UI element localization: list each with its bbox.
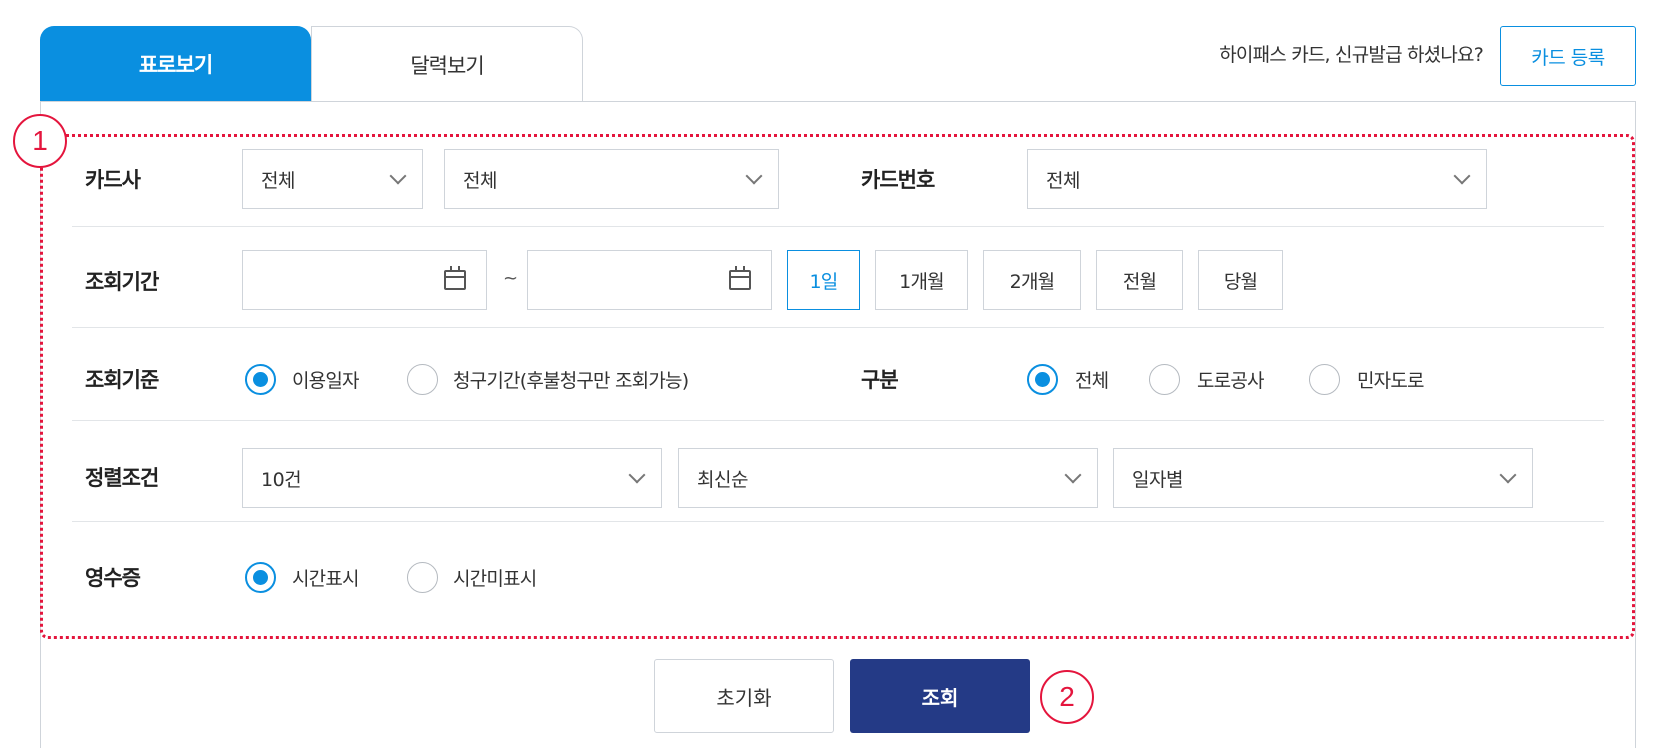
tab-calendar-view[interactable]: 달력보기 [311,26,583,102]
category-private-road-label[interactable]: 민자도로 [1357,366,1425,393]
row-divider [72,226,1604,227]
receipt-hide-time-label[interactable]: 시간미표시 [453,564,537,591]
criteria-label: 조회기준 [85,368,159,392]
card-number-select[interactable]: 전체 [1027,149,1487,209]
chevron-down-icon [1064,466,1082,484]
sort-order-value: 최신순 [697,468,748,491]
chevron-down-icon [628,466,646,484]
calendar-icon[interactable] [729,266,751,290]
chevron-down-icon [1499,466,1517,484]
card-product-select-value: 전체 [463,169,497,192]
criteria-usage-date-label[interactable]: 이용일자 [292,366,360,393]
category-private-road-radio[interactable] [1309,364,1340,395]
calendar-icon[interactable] [444,266,466,290]
receipt-show-time-radio[interactable] [245,562,276,593]
category-all-label[interactable]: 전체 [1075,366,1109,393]
card-company-select[interactable]: 전체 [242,149,423,209]
chevron-down-icon [389,167,407,185]
category-expressway-label[interactable]: 도로공사 [1197,366,1265,393]
period-label: 조회기간 [85,270,159,294]
row-divider [72,327,1604,328]
start-date-input[interactable] [242,250,487,310]
category-all-radio[interactable] [1027,364,1058,395]
card-issue-prompt: 하이패스 카드, 신규발급 하셨나요? [1219,44,1484,66]
card-register-button[interactable]: 카드 등록 [1500,26,1636,86]
sort-count-select[interactable]: 10건 [242,448,662,508]
receipt-hide-time-radio[interactable] [407,562,438,593]
chevron-down-icon [745,167,763,185]
search-button[interactable]: 조회 [850,659,1030,733]
criteria-billing-period-radio[interactable] [407,364,438,395]
receipt-show-time-label[interactable]: 시간표시 [292,564,360,591]
sort-grouping-select[interactable]: 일자별 [1113,448,1533,508]
category-label: 구분 [861,368,899,392]
date-range-separator: ~ [503,268,519,289]
card-number-select-value: 전체 [1046,169,1080,192]
sort-label: 정렬조건 [85,466,159,490]
step-marker-2: 2 [1040,670,1094,724]
card-company-select-value: 전체 [261,169,295,192]
end-date-input[interactable] [527,250,772,310]
period-2-months-button[interactable]: 2개월 [983,250,1081,310]
step-marker-1: 1 [13,114,67,168]
row-divider [72,521,1604,522]
category-expressway-radio[interactable] [1149,364,1180,395]
chevron-down-icon [1453,167,1471,185]
sort-grouping-value: 일자별 [1132,468,1183,491]
sort-order-select[interactable]: 최신순 [678,448,1098,508]
period-current-month-button[interactable]: 당월 [1198,250,1283,310]
sort-count-value: 10건 [261,468,302,491]
criteria-usage-date-radio[interactable] [245,364,276,395]
reset-button[interactable]: 초기화 [654,659,834,733]
criteria-billing-period-label[interactable]: 청구기간(후불청구만 조회가능) [453,366,689,393]
tab-table-view[interactable]: 표로보기 [40,26,311,102]
receipt-label: 영수증 [85,566,141,590]
card-product-select[interactable]: 전체 [444,149,779,209]
card-company-label: 카드사 [85,168,141,192]
row-divider [72,420,1604,421]
period-previous-month-button[interactable]: 전월 [1096,250,1183,310]
period-1-day-button[interactable]: 1일 [787,250,860,310]
card-number-label: 카드번호 [861,168,935,192]
period-1-month-button[interactable]: 1개월 [875,250,968,310]
